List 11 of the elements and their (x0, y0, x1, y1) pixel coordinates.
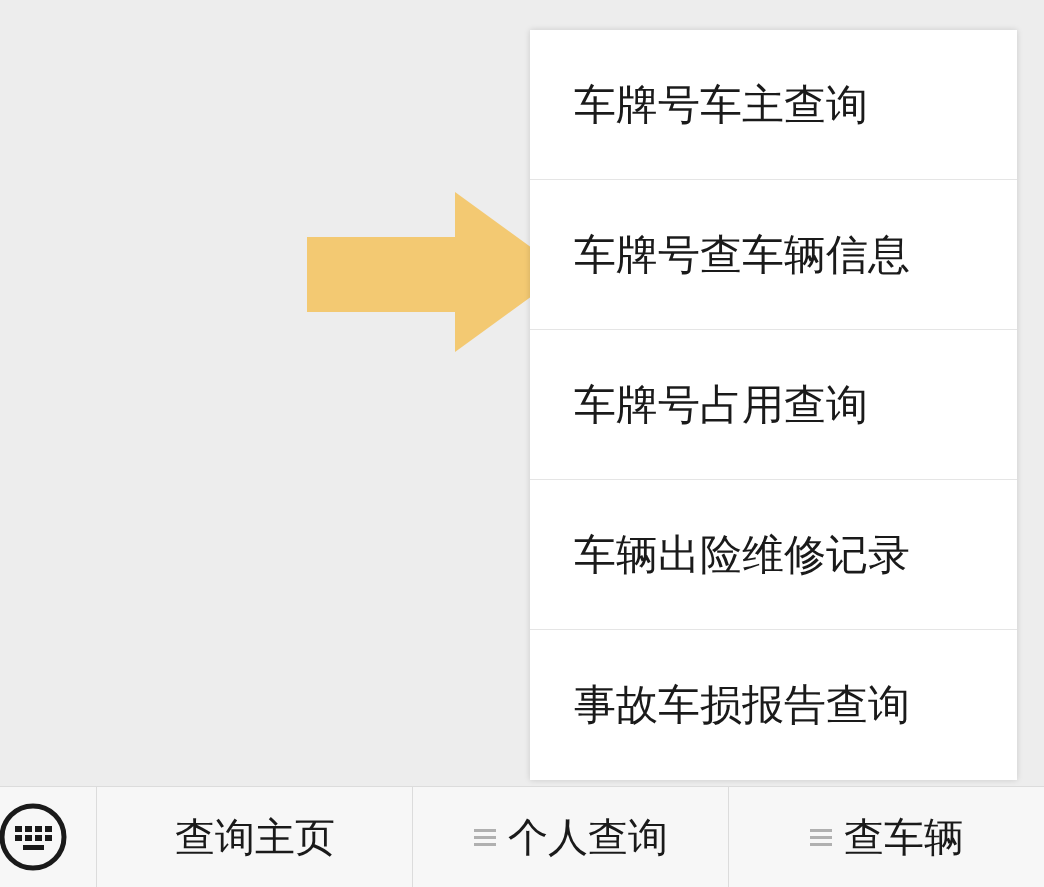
menu-item[interactable]: 车牌号占用查询 (530, 330, 1017, 480)
menu-tab[interactable]: 个人查询 (465, 805, 676, 869)
menu-item[interactable]: 车辆出险维修记录 (530, 480, 1017, 630)
menu-item[interactable]: 车牌号查车辆信息 (530, 180, 1017, 330)
keyboard-icon[interactable] (0, 802, 68, 872)
menu-tab[interactable]: 查车辆 (801, 805, 972, 869)
menu-item[interactable]: 事故车损报告查询 (530, 630, 1017, 780)
menu-tab[interactable]: 查询主页 (166, 805, 343, 869)
menu-lines-icon (473, 827, 496, 847)
menu-item[interactable]: 车牌号车主查询 (530, 30, 1017, 180)
menu-lines-icon (809, 827, 832, 847)
